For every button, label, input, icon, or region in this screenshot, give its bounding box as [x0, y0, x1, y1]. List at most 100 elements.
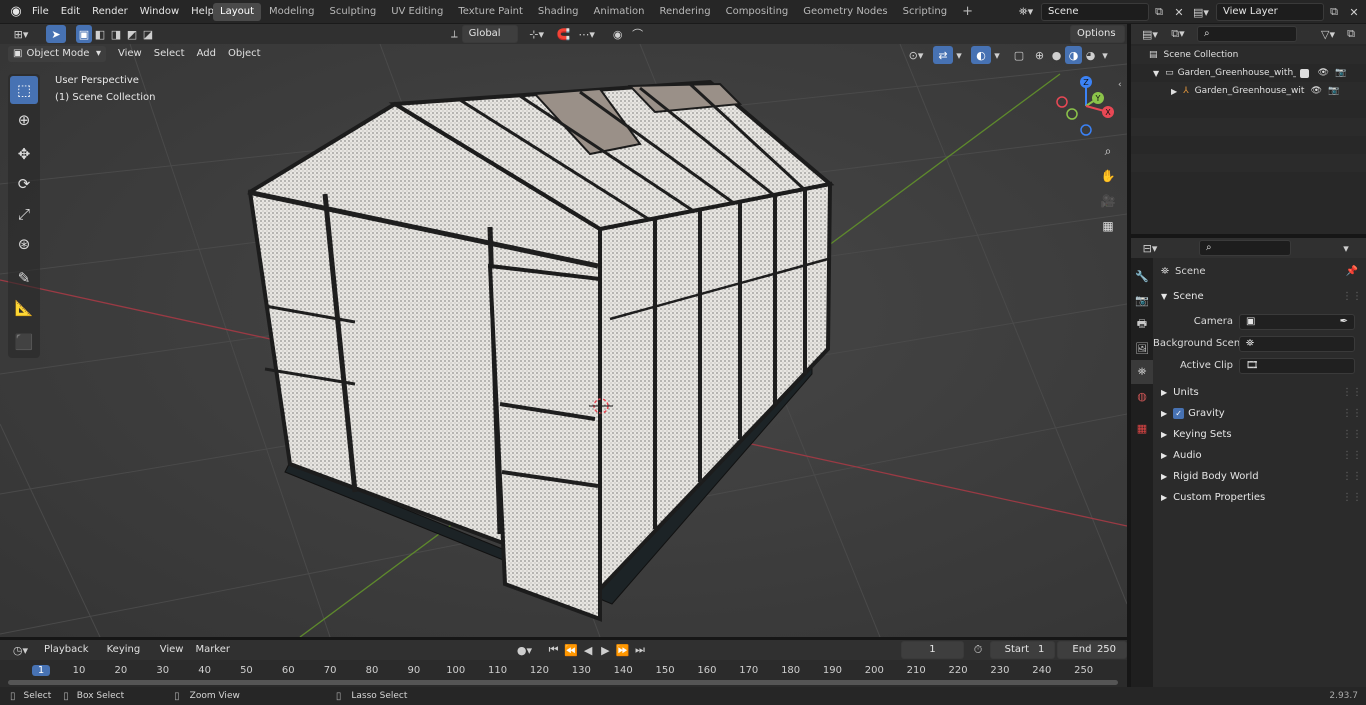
outliner-search-field[interactable]: ⌕ [1197, 26, 1297, 42]
properties-options-icon[interactable]: ▾ [1336, 239, 1356, 257]
keying-dropdown[interactable]: Keying ▾ [102, 642, 152, 671]
delete-scene-icon[interactable]: ✕ [1169, 3, 1189, 21]
drag-handle-icon[interactable]: ⋮⋮ [1342, 429, 1362, 440]
menu-marker[interactable]: Marker [189, 642, 236, 658]
tree-item-collection[interactable]: ▼ ▭ Garden_Greenhouse_with_Ra 👁 📷 [1131, 64, 1366, 82]
blender-logo-icon[interactable]: ◉ [8, 4, 24, 20]
timeline-scrollbar[interactable] [8, 680, 1118, 685]
start-frame-field[interactable]: Start 1 [989, 641, 1056, 659]
jump-end-icon[interactable]: ⏭ [631, 641, 648, 659]
drag-handle-icon[interactable]: ⋮⋮ [1342, 471, 1362, 482]
drag-handle-icon[interactable]: ⋮⋮ [1342, 450, 1362, 461]
menu-file[interactable]: File [26, 2, 55, 22]
eye-icon[interactable]: 👁 [1318, 68, 1329, 78]
properties-editor-type-icon[interactable]: ⊟▾ [1137, 239, 1163, 257]
render-tab-icon[interactable]: 📷 [1131, 288, 1153, 312]
new-scene-icon[interactable]: ⧉ [1149, 3, 1169, 21]
select-tool-icon[interactable]: ➤ [46, 25, 66, 43]
transform-tool-icon[interactable]: ⊛ [10, 230, 38, 258]
gravity-panel-header[interactable]: ▶ ✓ Gravity ⋮⋮ [1153, 403, 1366, 424]
view-layer-field[interactable]: View Layer [1216, 3, 1324, 21]
add-cube-tool-icon[interactable]: ⬛ [10, 328, 38, 356]
tab-geometry-nodes[interactable]: Geometry Nodes [796, 3, 894, 21]
tab-compositing[interactable]: Compositing [719, 3, 796, 21]
eye-icon[interactable]: 👁 [1311, 86, 1322, 96]
render-camera-icon[interactable]: 📷 [1335, 68, 1346, 78]
scene-tab-icon[interactable]: ⛯ [1131, 360, 1153, 384]
options-dropdown[interactable]: Options [1070, 25, 1125, 43]
navigation-gizmo[interactable]: Z Y X [1052, 72, 1120, 140]
record-keyframe-icon[interactable]: ●▾ [512, 641, 537, 659]
tab-rendering[interactable]: Rendering [653, 3, 718, 21]
custom-properties-panel-header[interactable]: ▶ Custom Properties ⋮⋮ [1153, 487, 1366, 508]
next-keyframe-icon[interactable]: ⏩ [614, 641, 631, 659]
new-view-layer-icon[interactable]: ⧉ [1324, 3, 1344, 21]
gravity-checkbox[interactable]: ✓ [1173, 408, 1185, 419]
tab-uv-editing[interactable]: UV Editing [384, 3, 450, 21]
xray-toggle-icon[interactable]: ▢ [1009, 46, 1029, 64]
scene-name-field[interactable]: Scene [1041, 3, 1149, 21]
solid-shading-icon[interactable]: ● [1048, 46, 1065, 64]
rendered-shading-icon[interactable]: ◕ [1082, 46, 1099, 64]
tool-tab-icon[interactable]: 🔧 [1131, 264, 1153, 288]
output-tab-icon[interactable]: 🖶 [1131, 312, 1153, 336]
playback-dropdown[interactable]: Playback ▾ [39, 642, 100, 671]
pan-hand-icon[interactable]: ✋ [1097, 165, 1119, 187]
pin-icon[interactable]: 📌 [1346, 266, 1358, 277]
texture-tab-icon[interactable]: ▦ [1131, 416, 1153, 440]
cursor-tool-icon[interactable]: ⊕ [10, 106, 38, 134]
menu-window[interactable]: Window [134, 2, 185, 22]
view-layer-tab-icon[interactable]: 🖼 [1131, 336, 1153, 360]
clock-icon[interactable]: ⏱ [968, 641, 987, 659]
new-collection-icon[interactable]: ⧉ [1341, 25, 1361, 43]
gizmo-toggle-icon[interactable]: ⇄ [933, 46, 953, 64]
drag-handle-icon[interactable]: ⋮⋮ [1342, 387, 1362, 398]
prev-keyframe-icon[interactable]: ⏪ [562, 641, 579, 659]
camera-field[interactable]: ▣ ✒ [1239, 313, 1355, 330]
tree-item-object[interactable]: ▶ ⅄ Garden_Greenhouse_witl 👁 📷 [1131, 82, 1366, 100]
visibility-icon[interactable]: ⊙▾ [903, 46, 929, 64]
menu-select[interactable]: Select [148, 46, 191, 62]
current-frame-field[interactable]: 1 [900, 641, 965, 659]
play-icon[interactable]: ▶ [597, 641, 614, 659]
tab-modeling[interactable]: Modeling [262, 3, 322, 21]
proportional-edit-icon[interactable]: ◉ [608, 25, 628, 43]
play-reverse-icon[interactable]: ◀ [579, 641, 596, 659]
select-mode-extend-icon[interactable]: ◧ [92, 25, 108, 43]
jump-start-icon[interactable]: ⏮ [545, 641, 562, 659]
falloff-icon[interactable]: ⌒ [628, 25, 648, 43]
orientation-field[interactable]: Global [461, 25, 518, 43]
keying-sets-panel-header[interactable]: ▶ Keying Sets ⋮⋮ [1153, 424, 1366, 445]
menu-edit[interactable]: Edit [55, 2, 86, 22]
eyedropper-icon[interactable]: ✒ [1340, 314, 1348, 330]
expand-arrow-icon[interactable]: ▶ [1171, 87, 1177, 96]
gizmo-dropdown-icon[interactable]: ▾ [953, 46, 965, 64]
select-mode-subtract-icon[interactable]: ◨ [108, 25, 124, 43]
outliner-editor-type-icon[interactable]: ▤▾ [1137, 25, 1163, 43]
3d-viewport[interactable]: User Perspective (1) Scene Collection ⬚ … [0, 44, 1127, 637]
drag-handle-icon[interactable]: ⋮⋮ [1342, 291, 1362, 302]
wireframe-shading-icon[interactable]: ⊕ [1031, 46, 1048, 64]
overlay-dropdown-icon[interactable]: ▾ [991, 46, 1003, 64]
audio-panel-header[interactable]: ▶ Audio ⋮⋮ [1153, 445, 1366, 466]
snap-target-icon[interactable]: ⋯▾ [574, 25, 600, 43]
zoom-icon[interactable]: ⌕ [1097, 140, 1119, 162]
menu-render[interactable]: Render [86, 2, 134, 22]
menu-add[interactable]: Add [191, 46, 222, 62]
camera-view-icon[interactable]: 🎥 [1097, 190, 1119, 212]
checkbox-icon[interactable] [1299, 68, 1309, 78]
delete-view-layer-icon[interactable]: ✕ [1344, 3, 1364, 21]
tab-texture-paint[interactable]: Texture Paint [451, 3, 530, 21]
timeline-editor-type-icon[interactable]: ◷▾ [8, 641, 33, 659]
view-layer-icon[interactable]: ▤▾ [1188, 3, 1214, 21]
select-mode-invert-icon[interactable]: ◩ [124, 25, 140, 43]
world-tab-icon[interactable]: ◍ [1131, 384, 1153, 408]
menu-timeline-view[interactable]: View [154, 642, 190, 658]
active-clip-field[interactable]: 🎞 [1239, 357, 1355, 374]
collapse-sidebar-icon[interactable]: ‹ [1118, 80, 1122, 90]
editor-type-icon[interactable]: ⊞▾ [8, 25, 34, 43]
scene-panel-header[interactable]: ▼ Scene ⋮⋮ [1153, 286, 1366, 307]
object-mode-dropdown[interactable]: ▣ Object Mode ▾ [8, 46, 106, 62]
annotate-tool-icon[interactable]: ✎ [10, 264, 38, 292]
tab-shading[interactable]: Shading [531, 3, 586, 21]
